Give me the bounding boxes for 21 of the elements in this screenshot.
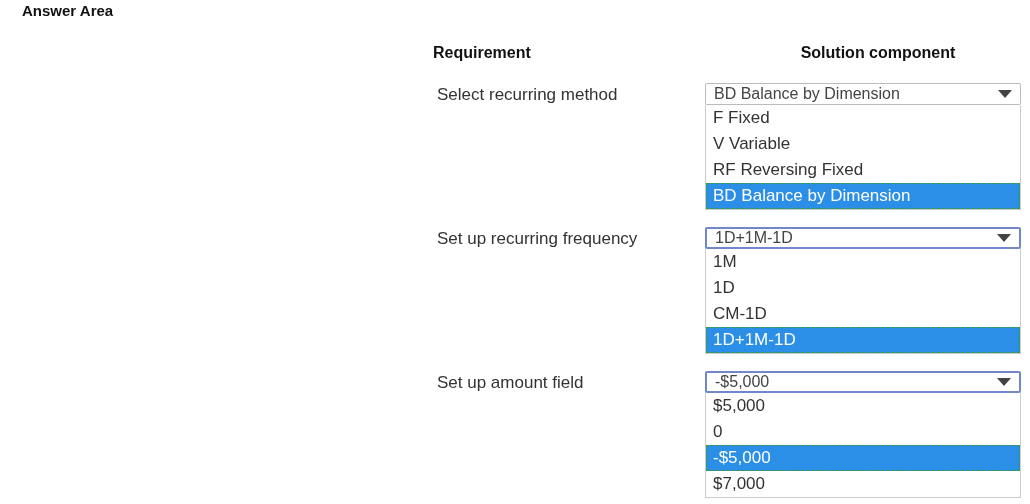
- column-header: Solution component: [799, 44, 957, 63]
- dropdown-option[interactable]: 0: [706, 419, 1020, 445]
- dropdown[interactable]: 1D+1M-1D: [705, 227, 1021, 249]
- dropdown[interactable]: -$5,000: [705, 371, 1021, 393]
- dropdown-option[interactable]: F Fixed: [706, 105, 1020, 131]
- dropdown-option[interactable]: $7,000: [706, 471, 1020, 497]
- requirement-label: Set up recurring frequency: [436, 228, 639, 250]
- dropdown-option[interactable]: CM-1D: [706, 301, 1020, 327]
- dropdown-option[interactable]: RF Reversing Fixed: [706, 157, 1020, 183]
- caret-icon: [998, 90, 1012, 98]
- dropdown[interactable]: BD Balance by Dimension: [705, 83, 1021, 105]
- dropdown-option[interactable]: 1M: [706, 249, 1020, 275]
- answer-area-title: Answer Area: [21, 1, 115, 20]
- dropdown-option[interactable]: $5,000: [706, 393, 1020, 419]
- caret-icon: [997, 378, 1011, 386]
- caret-icon: [997, 234, 1011, 242]
- dropdown-option[interactable]: 1D: [706, 275, 1020, 301]
- column-header: Requirement: [433, 44, 532, 63]
- dropdown-option[interactable]: V Variable: [706, 131, 1020, 157]
- requirement-label: Select recurring method: [436, 84, 619, 106]
- requirement-label: Set up amount field: [436, 372, 585, 394]
